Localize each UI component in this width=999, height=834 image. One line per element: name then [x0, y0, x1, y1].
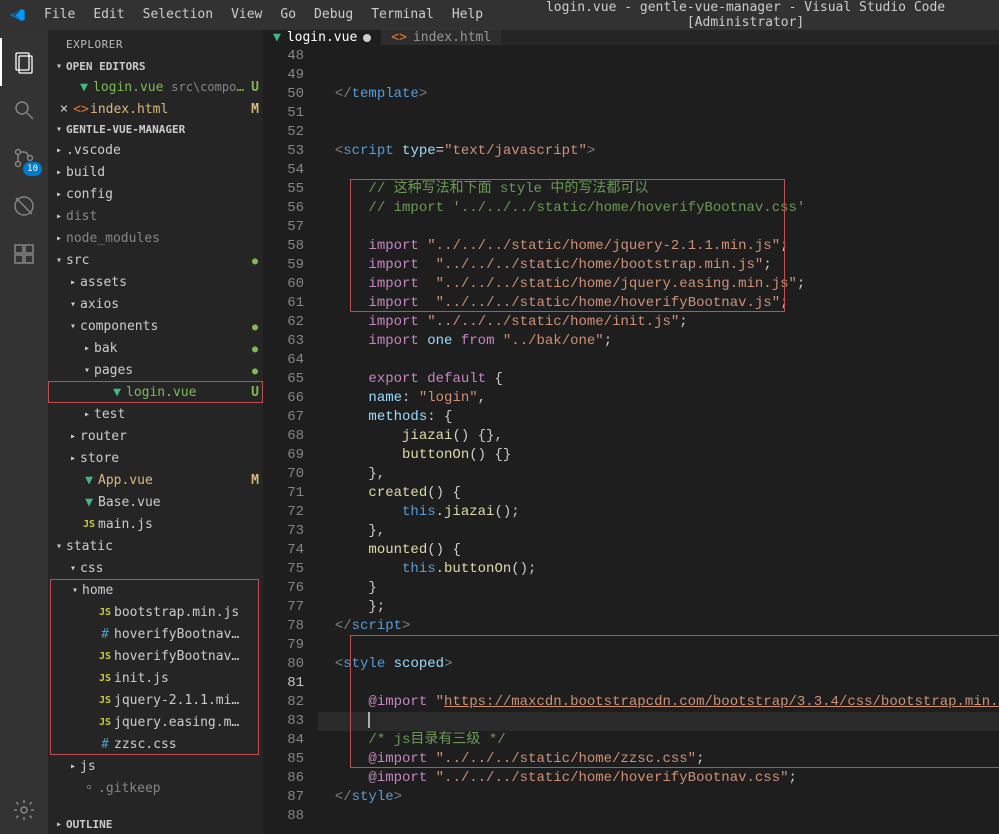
vue-icon: ▼ — [75, 80, 93, 95]
window-title: login.vue - gentle-vue-manager - Visual … — [492, 0, 999, 30]
file-tree-item[interactable]: JSjquery.easing.min.js — [50, 711, 259, 733]
activity-search[interactable] — [0, 86, 48, 134]
menubar: FileEditSelectionViewGoDebugTerminalHelp… — [0, 0, 999, 30]
file-icon: ◦ — [80, 781, 98, 796]
section-open-editors[interactable]: ▾ OPEN EDITORS — [48, 57, 263, 76]
activity-settings[interactable] — [0, 786, 48, 834]
close-icon[interactable]: × — [56, 101, 72, 117]
activity-debug[interactable] — [0, 182, 48, 230]
file-tree-item[interactable]: #hoverifyBootnav.css — [50, 623, 259, 645]
file-tree-item[interactable]: ▸store — [48, 447, 263, 469]
menu-file[interactable]: File — [35, 7, 84, 22]
section-outline[interactable]: ▸ OUTLINE — [48, 815, 263, 834]
file-tree-item[interactable]: ▾axios — [48, 293, 263, 315]
menu-help[interactable]: Help — [443, 7, 492, 22]
open-editor-item[interactable]: ▼login.vue src\componen...U — [48, 76, 263, 98]
file-tree-item[interactable]: ▾src● — [48, 249, 263, 271]
section-project[interactable]: ▾ GENTLE-VUE-MANAGER — [48, 120, 263, 139]
vue-icon: ▼ — [80, 473, 98, 488]
editor-group: ▼login.vue<>index.html 48495051525354555… — [263, 30, 999, 834]
activity-extensions[interactable] — [0, 230, 48, 278]
chevron-right-icon: ▸ — [52, 819, 66, 830]
file-tree-item[interactable]: ▸assets — [48, 271, 263, 293]
activity-scm[interactable]: 10 — [0, 134, 48, 182]
dirty-icon — [363, 34, 371, 42]
js-icon: JS — [96, 695, 114, 706]
file-tree-item[interactable]: JSinit.js — [50, 667, 259, 689]
menu-view[interactable]: View — [222, 7, 271, 22]
file-tree-item[interactable]: ▾home — [50, 579, 259, 601]
file-tree-item[interactable]: #zzsc.css — [50, 733, 259, 755]
line-gutter: 4849505152535455565758596061626364656667… — [263, 45, 318, 834]
js-icon: JS — [96, 673, 114, 684]
js-icon: JS — [96, 651, 114, 662]
file-tree-item[interactable]: ▾pages● — [48, 359, 263, 381]
sidebar-explorer: EXPLORER ▾ OPEN EDITORS ▼login.vue src\c… — [48, 30, 263, 834]
file-tree-item[interactable]: JShoverifyBootnav.js — [50, 645, 259, 667]
file-tree-item[interactable]: ▸bak● — [48, 337, 263, 359]
menu-edit[interactable]: Edit — [84, 7, 133, 22]
chevron-down-icon: ▾ — [52, 61, 66, 72]
code-area[interactable]: </template> <script type="text/javascrip… — [318, 45, 999, 834]
menu-selection[interactable]: Selection — [134, 7, 222, 22]
vue-icon: ▼ — [108, 385, 126, 400]
file-tree-item[interactable]: ▸dist — [48, 205, 263, 227]
file-tree-item[interactable]: ▾components● — [48, 315, 263, 337]
html-icon: <> — [72, 102, 90, 117]
file-tree-item[interactable]: ▸router — [48, 425, 263, 447]
file-tree-item[interactable]: ▸build — [48, 161, 263, 183]
sidebar-title: EXPLORER — [48, 30, 263, 57]
chevron-down-icon: ▾ — [52, 124, 66, 135]
menu-go[interactable]: Go — [271, 7, 305, 22]
text-editor[interactable]: 4849505152535455565758596061626364656667… — [263, 45, 999, 834]
vue-icon: ▼ — [273, 30, 281, 45]
scm-badge: 10 — [23, 162, 42, 176]
js-icon: JS — [96, 717, 114, 728]
file-tree-item[interactable]: JSbootstrap.min.js — [50, 601, 259, 623]
menu-terminal[interactable]: Terminal — [362, 7, 443, 22]
file-tree-item[interactable]: ▾static — [48, 535, 263, 557]
vscode-logo-icon — [0, 7, 35, 23]
file-tree-item[interactable]: ▸config — [48, 183, 263, 205]
js-icon: JS — [80, 519, 98, 530]
editor-tab[interactable]: <>index.html — [381, 30, 501, 45]
file-tree-item[interactable]: ▸node_modules — [48, 227, 263, 249]
file-tree-item[interactable]: ▸.vscode — [48, 139, 263, 161]
file-tree-item[interactable]: ▼App.vueM — [48, 469, 263, 491]
editor-tabs: ▼login.vue<>index.html — [263, 30, 999, 45]
file-tree-item[interactable]: ▸test — [48, 403, 263, 425]
css-icon: # — [96, 627, 114, 642]
html-icon: <> — [391, 30, 407, 45]
vue-icon: ▼ — [80, 495, 98, 510]
menu-debug[interactable]: Debug — [305, 7, 362, 22]
js-icon: JS — [96, 607, 114, 618]
editor-tab[interactable]: ▼login.vue — [263, 30, 381, 45]
file-tree-item[interactable]: ◦.gitkeep — [48, 777, 263, 799]
open-editor-item[interactable]: ×<>index.htmlM — [48, 98, 263, 120]
file-tree-item[interactable]: ▾css — [48, 557, 263, 579]
file-tree-item[interactable]: ▼login.vueU — [48, 381, 263, 403]
file-tree-item[interactable]: JSjquery-2.1.1.min.js — [50, 689, 259, 711]
activitybar: 10 — [0, 30, 48, 834]
activity-explorer[interactable] — [0, 38, 48, 86]
css-icon: # — [96, 737, 114, 752]
file-tree-item[interactable]: ▼Base.vue — [48, 491, 263, 513]
file-tree-item[interactable]: JSmain.js — [48, 513, 263, 535]
file-tree-item[interactable]: ▸js — [48, 755, 263, 777]
